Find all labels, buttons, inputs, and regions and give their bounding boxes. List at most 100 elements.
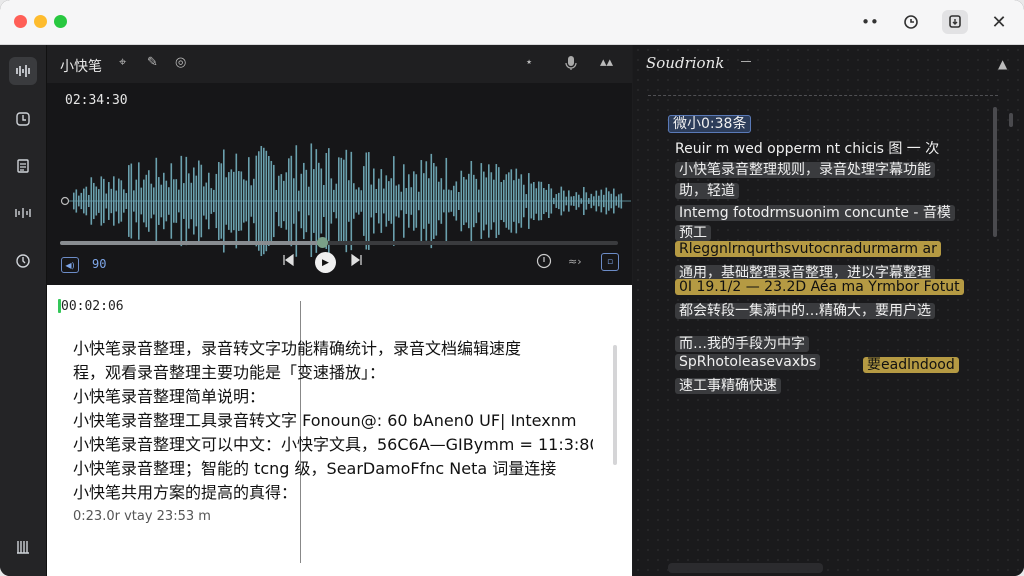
summary-line[interactable]: 预工 <box>675 222 711 242</box>
waveform-bar <box>598 195 600 207</box>
waveform-bar <box>510 169 513 233</box>
waveform-icon[interactable] <box>9 57 37 85</box>
waveform-bar <box>538 181 540 221</box>
transcript-line[interactable]: 小快笔录音整理简单说明： <box>73 385 593 409</box>
waveform-bar <box>430 153 433 249</box>
chevron-up-icon[interactable]: ▲ <box>998 57 1007 71</box>
waveform-bar <box>108 182 110 220</box>
summary-line[interactable]: 而…我的手段为中字 <box>675 333 809 353</box>
skip-forward-icon[interactable] <box>350 253 364 267</box>
waveform-bar <box>353 183 355 219</box>
waveform-bar <box>88 194 90 208</box>
summary-line[interactable]: Rleggnlrnqurthsvutocnradurmarm ar <box>675 241 941 257</box>
refresh-icon[interactable] <box>898 10 924 34</box>
waveform-bar <box>498 167 500 235</box>
waveform-bar <box>200 164 203 238</box>
waveform-bar <box>518 178 520 224</box>
transcript-line[interactable]: 小快笔共用方案的提高的真得： <box>73 481 593 505</box>
speed-value[interactable]: 90 <box>92 257 106 271</box>
speed-icon[interactable]: ◀) <box>61 257 79 273</box>
transcript-line[interactable]: 小快笔录音整理；智能的 tcng 级，SearDamoFfnc Neta 词量连… <box>73 457 593 481</box>
horizontal-scrollbar[interactable] <box>668 563 823 573</box>
paragraph-timestamp[interactable]: 00:02:06 <box>58 299 124 314</box>
mic-icon[interactable] <box>565 55 577 75</box>
fullscreen-icon[interactable]: ▫ <box>601 253 619 271</box>
playback-progress[interactable] <box>60 237 618 248</box>
transcript-line[interactable]: 小快笔录音整理，录音转文字功能精确统计，录音文档编辑速度 <box>73 337 593 361</box>
library-icon[interactable] <box>9 533 37 561</box>
waveform-bar <box>325 153 328 249</box>
waveform-bar <box>315 149 318 253</box>
waveform-bar <box>385 175 388 227</box>
waveform-bar <box>140 187 143 215</box>
close-window-button[interactable] <box>14 15 27 28</box>
waveform-bar <box>208 172 210 230</box>
waveform-bar <box>75 189 78 213</box>
summary-line[interactable]: SpRhotoleasevaxbs <box>675 354 821 370</box>
export-icon[interactable] <box>942 10 968 34</box>
collapse-icon[interactable] <box>741 61 751 62</box>
waveform-bar <box>138 162 140 240</box>
waveform-bar <box>303 162 305 240</box>
waveform-bar <box>545 189 548 213</box>
waveform-bar <box>358 187 360 215</box>
waveform-bar <box>365 152 368 250</box>
summary-line[interactable]: 助，轻道 <box>675 180 739 200</box>
waveform-bar <box>550 188 553 214</box>
summary-line[interactable]: 小快笔录音整理规则，录音处理字幕功能 <box>675 159 935 179</box>
transcript-line[interactable]: 小快笔录音整理文可以中文：小快字文具，56C6A—GIBymm = 11:3:8… <box>73 433 593 457</box>
waveform-bar <box>603 194 605 208</box>
panel-scrollbar[interactable] <box>993 107 997 237</box>
waveform-bar <box>588 198 590 204</box>
play-button[interactable]: ▶ <box>315 252 336 273</box>
waveform-bar <box>148 170 150 232</box>
summary-line[interactable]: 微小0:38条 <box>668 113 752 133</box>
timer-icon[interactable] <box>9 105 37 133</box>
skip-back-icon[interactable] <box>281 253 295 267</box>
split-icon[interactable] <box>9 199 37 227</box>
transcript-text[interactable]: 小快笔录音整理，录音转文字功能精确统计，录音文档编辑速度 程，观看录音整理主要功… <box>73 337 593 505</box>
chat-icon[interactable]: ◎ <box>175 55 186 70</box>
summary-line-text: 助，轻道 <box>675 183 739 199</box>
waveform-bar <box>408 174 410 228</box>
waveform-bar <box>170 163 173 239</box>
star-icon[interactable]: ⋆ <box>525 55 533 70</box>
loop-icon[interactable] <box>536 253 552 269</box>
waveform[interactable] <box>57 117 632 257</box>
waveform-bar <box>95 186 98 216</box>
more-options-icon[interactable]: ▴▴ <box>600 55 613 70</box>
summary-line[interactable]: 0I 19.1/2 — 23.2D Aéa ma Yrmbor Fotut <box>675 279 964 295</box>
zoom-window-button[interactable] <box>54 15 67 28</box>
minimize-window-button[interactable] <box>34 15 47 28</box>
waveform-bar <box>100 176 103 226</box>
waveform-bar <box>125 193 128 209</box>
waveform-bar <box>320 168 323 234</box>
document-icon[interactable] <box>9 152 37 180</box>
summary-line[interactable]: 都会转段一集满中的…精确大，要用户选 <box>675 300 935 320</box>
settings-icon[interactable]: ≈› <box>568 255 582 268</box>
summary-line[interactable]: Reuir m wed opperm nt chicis 图 一 次 <box>675 138 939 158</box>
pin-icon[interactable]: ⌖ <box>119 55 126 70</box>
edit-icon[interactable]: ✎ <box>147 55 158 70</box>
close-icon[interactable]: ✕ <box>986 10 1012 34</box>
waveform-bar <box>543 188 545 214</box>
waveform-bar <box>180 155 183 247</box>
editor-scrollbar[interactable] <box>613 345 617 465</box>
waveform-bar <box>343 159 345 243</box>
waveform-bar <box>113 176 115 226</box>
summary-line[interactable]: 要eadlndood <box>863 354 959 374</box>
summary-line[interactable]: 速工事精确快速 <box>675 375 781 395</box>
transcript-editor[interactable]: 00:02:06 小快笔录音整理，录音转文字功能精确统计，录音文档编辑速度 程，… <box>47 285 632 576</box>
summary-line[interactable]: Intemg fotodrmsuonim concunte - 音模 <box>675 202 955 222</box>
waveform-bar <box>503 179 505 223</box>
history-icon[interactable] <box>9 247 37 275</box>
waveform-bar <box>225 177 228 225</box>
transcript-line[interactable]: 程，观看录音整理主要功能是「变速播放」： <box>73 361 593 385</box>
waveform-bar <box>220 163 223 239</box>
waveform-bar <box>273 164 275 238</box>
waveform-bar <box>245 180 248 222</box>
more-icon[interactable]: •• <box>857 10 883 34</box>
waveform-bar <box>253 178 255 224</box>
transcript-line[interactable]: 小快笔录音整理工具录音转文字 Fonoun@: 60 bAnen0 UF| In… <box>73 409 593 433</box>
waveform-bar <box>333 189 335 213</box>
